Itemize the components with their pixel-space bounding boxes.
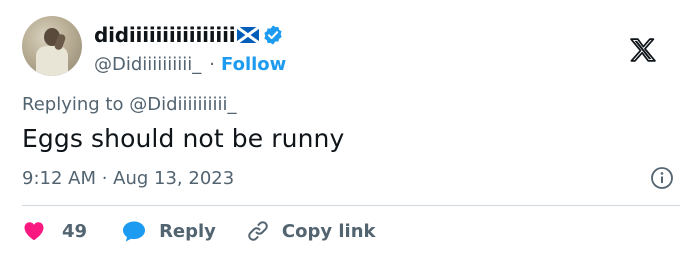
link-icon [248,221,268,241]
avatar[interactable] [22,16,82,76]
author-handle-row: @Didiiiiiiiiii_ · Follow [94,51,286,77]
like-button[interactable]: 49 [22,219,87,243]
x-logo-icon[interactable] [630,38,656,62]
author-display-name[interactable]: didiiiiiiiiiiiiiiii [94,23,236,47]
reply-bubble-icon [123,221,146,242]
tweet-actions: 49 Reply Copy link [22,216,376,246]
divider [22,205,680,206]
verified-badge-icon [264,25,283,45]
info-icon[interactable] [650,166,674,190]
tweet-timestamp[interactable]: 9:12 AM · Aug 13, 2023 [22,168,234,189]
tweet-text: Eggs should not be runny [22,124,345,153]
follow-button[interactable]: Follow [221,54,286,75]
copy-link-button[interactable]: Copy link [246,219,376,243]
heart-icon [24,222,44,241]
scotland-flag-icon [237,27,260,43]
replying-to-prefix: Replying to [22,94,124,115]
like-count: 49 [62,220,88,242]
avatar-figure-body [36,46,68,76]
reply-label: Reply [159,220,216,242]
tweet-header: didiiiiiiiiiiiiiiii @Didiiiiiiiiii_ · Fo… [22,16,680,80]
author-handle[interactable]: @Didiiiiiiiiii_ [94,54,201,75]
replying-to-mention[interactable]: @Didiiiiiiiiii_ [129,94,236,115]
replying-to-line: Replying to @Didiiiiiiiiii_ [22,94,237,115]
author-name-row: didiiiiiiiiiiiiiiii [94,22,284,48]
handle-separator: · [209,53,216,75]
reply-button[interactable]: Reply [121,219,216,243]
copy-link-label: Copy link [281,220,376,242]
